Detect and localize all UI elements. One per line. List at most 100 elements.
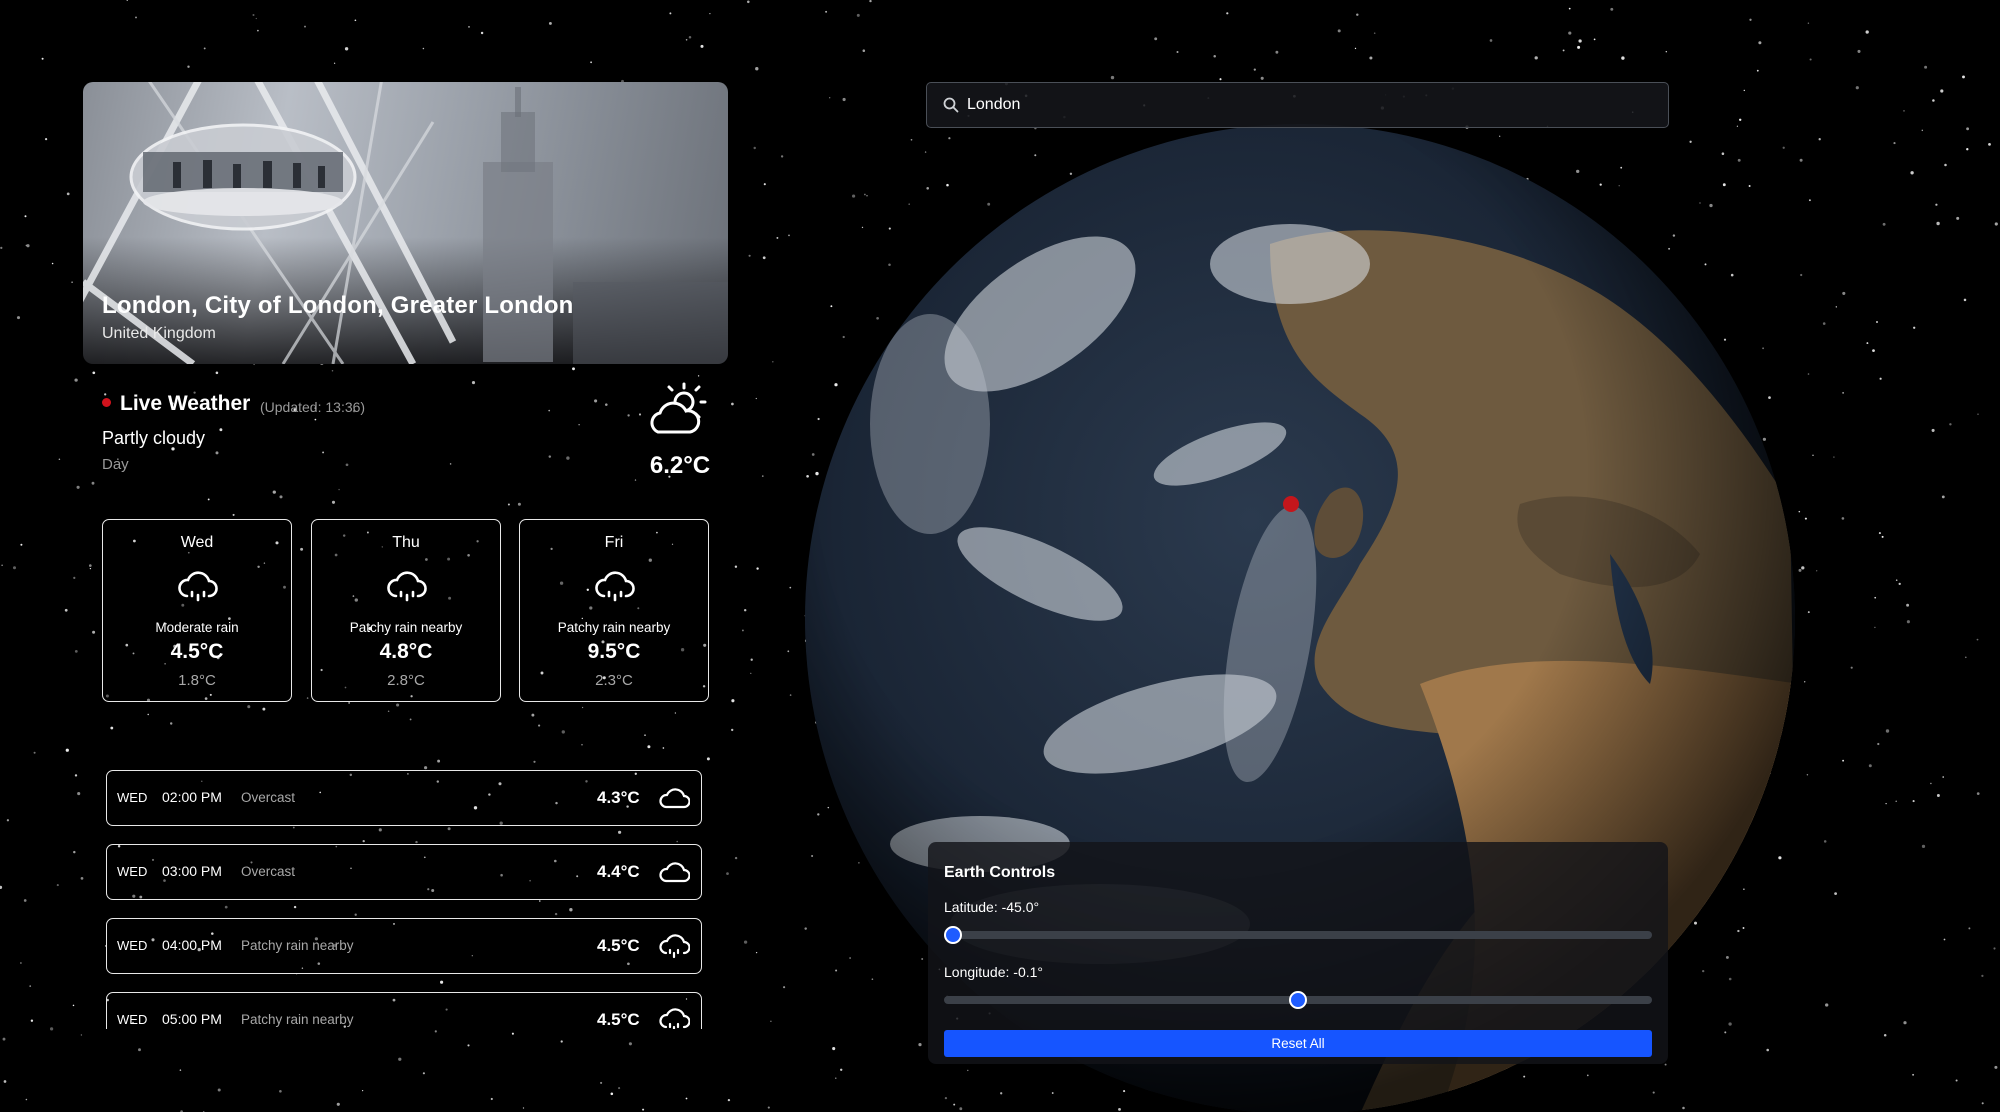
star <box>74 650 78 653</box>
star <box>80 1034 83 1036</box>
star <box>762 256 766 260</box>
hourly-time: 03:00 PM <box>162 863 222 879</box>
star <box>1893 142 1896 145</box>
star <box>1577 45 1581 49</box>
star <box>480 31 484 35</box>
star <box>1219 78 1222 81</box>
star <box>1857 49 1861 53</box>
star <box>548 409 551 412</box>
star <box>628 1042 632 1046</box>
star <box>829 97 831 99</box>
star <box>1356 13 1359 16</box>
star <box>1966 127 1970 131</box>
star <box>304 25 306 28</box>
star <box>548 21 552 25</box>
star <box>1898 582 1901 586</box>
star <box>1993 947 1996 950</box>
star <box>644 734 646 736</box>
latitude-slider-thumb[interactable] <box>944 926 962 944</box>
star <box>252 13 255 17</box>
star <box>138 1048 141 1052</box>
star <box>66 192 70 196</box>
hourly-condition: Patchy rain nearby <box>241 938 354 953</box>
star <box>437 759 441 763</box>
star <box>0 885 3 890</box>
hourly-row[interactable]: WED 04:00 PM Patchy rain nearby 4.5°C <box>106 918 702 974</box>
forecast-card[interactable]: Thu Patchy rain nearby 4.8°C 2.8°C <box>311 519 501 702</box>
earth-controls-title: Earth Controls <box>944 864 1056 881</box>
forecast-card[interactable]: Wed Moderate rain 4.5°C 1.8°C <box>102 519 292 702</box>
star <box>345 463 349 467</box>
hourly-day: WED <box>117 938 148 953</box>
star <box>1354 47 1357 50</box>
star <box>634 479 637 481</box>
latitude-slider[interactable] <box>944 926 1652 944</box>
star <box>74 774 78 777</box>
star <box>73 576 76 580</box>
star <box>581 743 583 746</box>
hourly-condition: Patchy rain nearby <box>241 1012 354 1027</box>
location-hero-image: London, City of London, Greater London U… <box>83 82 728 364</box>
forecast-day: Thu <box>392 534 420 551</box>
hourly-row[interactable]: WED 02:00 PM Overcast 4.3°C <box>106 770 702 826</box>
star <box>1823 840 1827 843</box>
reset-all-button[interactable]: Reset All <box>944 1030 1652 1057</box>
forecast-card[interactable]: Fri Patchy rain nearby 9.5°C 2.3°C <box>519 519 709 702</box>
star <box>627 414 630 417</box>
partly-cloudy-day-icon <box>650 382 707 434</box>
star <box>674 712 677 714</box>
hourly-forecast-list[interactable]: WED 02:00 PM Overcast 4.3°C WED 03:00 PM… <box>106 770 703 1029</box>
star <box>1936 794 1940 797</box>
star <box>1988 143 1991 146</box>
star <box>262 707 266 711</box>
star <box>1534 56 1538 60</box>
star <box>490 1097 493 1101</box>
star <box>1962 75 1965 79</box>
star <box>232 513 235 516</box>
star <box>73 850 76 854</box>
star <box>1841 517 1845 520</box>
longitude-slider[interactable] <box>944 991 1652 1009</box>
star <box>1804 681 1806 683</box>
star <box>842 97 846 102</box>
star <box>26 244 30 248</box>
star <box>1835 306 1837 308</box>
star <box>1818 138 1821 141</box>
star <box>522 1107 525 1109</box>
star <box>331 500 336 504</box>
hourly-condition: Overcast <box>241 790 296 805</box>
current-period: Day <box>102 456 129 473</box>
star <box>64 608 68 612</box>
star <box>1807 373 1810 375</box>
star <box>71 281 73 284</box>
star <box>1885 802 1887 805</box>
current-temperature: 6.2°C <box>649 452 711 479</box>
star <box>642 1108 645 1111</box>
star <box>618 1087 621 1090</box>
star <box>726 872 729 875</box>
star <box>1842 392 1844 394</box>
star <box>247 705 251 709</box>
hourly-time: 05:00 PM <box>162 1011 222 1027</box>
star <box>110 726 114 730</box>
star <box>58 458 61 461</box>
star <box>255 17 257 20</box>
location-search-box[interactable] <box>926 82 1669 128</box>
search-icon <box>943 97 959 113</box>
star <box>1842 291 1846 295</box>
hourly-row[interactable]: WED 05:00 PM Patchy rain nearby 4.5°C <box>106 992 702 1029</box>
star <box>1932 99 1935 102</box>
search-input[interactable] <box>967 91 1647 119</box>
star <box>1568 7 1571 10</box>
longitude-slider-thumb[interactable] <box>1288 991 1307 1009</box>
star <box>30 1019 34 1022</box>
star <box>756 567 759 570</box>
star <box>336 1102 340 1106</box>
star <box>747 0 750 4</box>
hourly-row[interactable]: WED 03:00 PM Overcast 4.4°C <box>106 844 702 900</box>
star <box>1955 1079 1958 1082</box>
star <box>1912 800 1915 803</box>
rain-cloud-icon <box>595 571 635 602</box>
star <box>578 424 580 426</box>
location-marker[interactable] <box>1283 496 1299 512</box>
